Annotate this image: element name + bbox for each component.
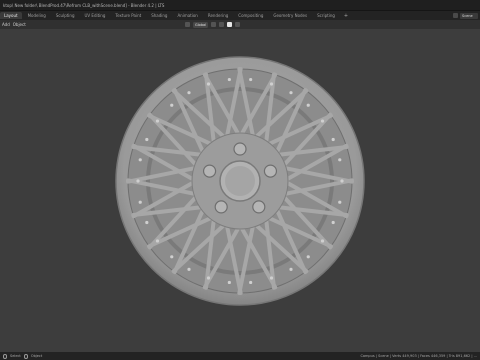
scene-statistics: Campus | Scene | Verts 449,903 | Faces 4…: [360, 354, 477, 358]
rim-bolt: [170, 103, 174, 107]
rim-bolt: [145, 220, 149, 225]
tab-compositing[interactable]: Compositing: [234, 12, 267, 19]
tab-scripting[interactable]: Scripting: [313, 12, 339, 19]
tab-layout[interactable]: Layout: [0, 12, 22, 19]
transform-orientation-icon[interactable]: [185, 22, 190, 27]
menu-add[interactable]: Add: [2, 22, 10, 27]
rim-bolt: [227, 280, 231, 285]
rim-bolt: [289, 267, 293, 271]
transform-controls: Global: [185, 21, 241, 28]
wheel-center-cap: [225, 166, 255, 196]
rim-bolt: [331, 137, 335, 142]
window-title: ktop\ New folder\ BlendProd.47\Refrom CL…: [3, 2, 165, 8]
menu-object[interactable]: Object: [13, 22, 26, 27]
rim-bolt: [289, 91, 293, 95]
rim-bolt: [138, 158, 142, 162]
status-select-label: Select: [10, 354, 21, 358]
rim-bolt: [138, 200, 142, 204]
mouse-icon: [23, 353, 28, 359]
tab-modeling[interactable]: Modeling: [24, 12, 50, 19]
tab-texture-paint[interactable]: Texture Paint: [111, 12, 145, 19]
rim-bolt: [155, 239, 160, 243]
status-object-label: Object: [30, 354, 43, 358]
rim-bolt: [338, 158, 342, 162]
mouse-icon: [3, 353, 7, 359]
rim-bolt: [306, 103, 310, 107]
tab-rendering[interactable]: Rendering: [204, 12, 232, 19]
rim-bolt: [320, 119, 325, 123]
lug-nut: [202, 164, 217, 178]
tab-animation[interactable]: Animation: [173, 12, 201, 19]
tab-uv-editing[interactable]: UV Editing: [81, 12, 110, 19]
rim-bolt: [206, 82, 211, 86]
rim-bolt: [145, 137, 149, 142]
rim-bolt: [187, 91, 191, 95]
title-bar: ktop\ New folder\ BlendProd.47\Refrom CL…: [0, 0, 480, 11]
rim-bolt: [306, 255, 310, 259]
status-bar: Select Object Campus | Scene | Verts 449…: [0, 352, 480, 360]
scene-icon: [453, 13, 458, 18]
rim-bolt: [206, 276, 211, 280]
rim-bolt: [338, 200, 342, 204]
rim-bolt: [227, 77, 231, 82]
lug-nut: [263, 164, 278, 178]
add-workspace-button[interactable]: +: [341, 13, 351, 19]
orientation-dropdown[interactable]: Global: [193, 21, 209, 28]
rim-bolt: [249, 280, 253, 285]
wheel-model: [115, 56, 365, 306]
rim-bolt: [187, 267, 191, 271]
scene-selector: Scene: [453, 11, 480, 20]
overlay-icon[interactable]: [235, 22, 241, 27]
rim-bolt: [170, 255, 174, 259]
rim-bolt: [269, 276, 274, 280]
tab-shading[interactable]: Shading: [147, 12, 171, 19]
3d-viewport[interactable]: [0, 29, 480, 352]
proportional-edit-icon[interactable]: [227, 22, 233, 27]
rim-bolt: [249, 77, 253, 82]
workspace-tabs: Layout Modeling Sculpting UV Editing Tex…: [0, 11, 480, 20]
snap-icon[interactable]: [219, 22, 225, 27]
scene-field[interactable]: Scene: [460, 12, 478, 19]
rim-bolt: [269, 82, 274, 86]
rim-bolt: [155, 119, 160, 123]
tab-geometry-nodes[interactable]: Geometry Nodes: [269, 12, 311, 19]
lug-nut: [214, 200, 228, 214]
rim-bolt: [136, 179, 140, 183]
rim-bolt: [320, 239, 325, 243]
tab-sculpting[interactable]: Sculpting: [52, 12, 79, 19]
lug-nut: [233, 142, 247, 156]
rim-bolt: [331, 220, 335, 225]
rim-bolt: [340, 179, 344, 183]
orientation-label: Global: [195, 22, 207, 27]
pivot-icon[interactable]: [211, 22, 217, 27]
lug-nut: [252, 200, 266, 214]
